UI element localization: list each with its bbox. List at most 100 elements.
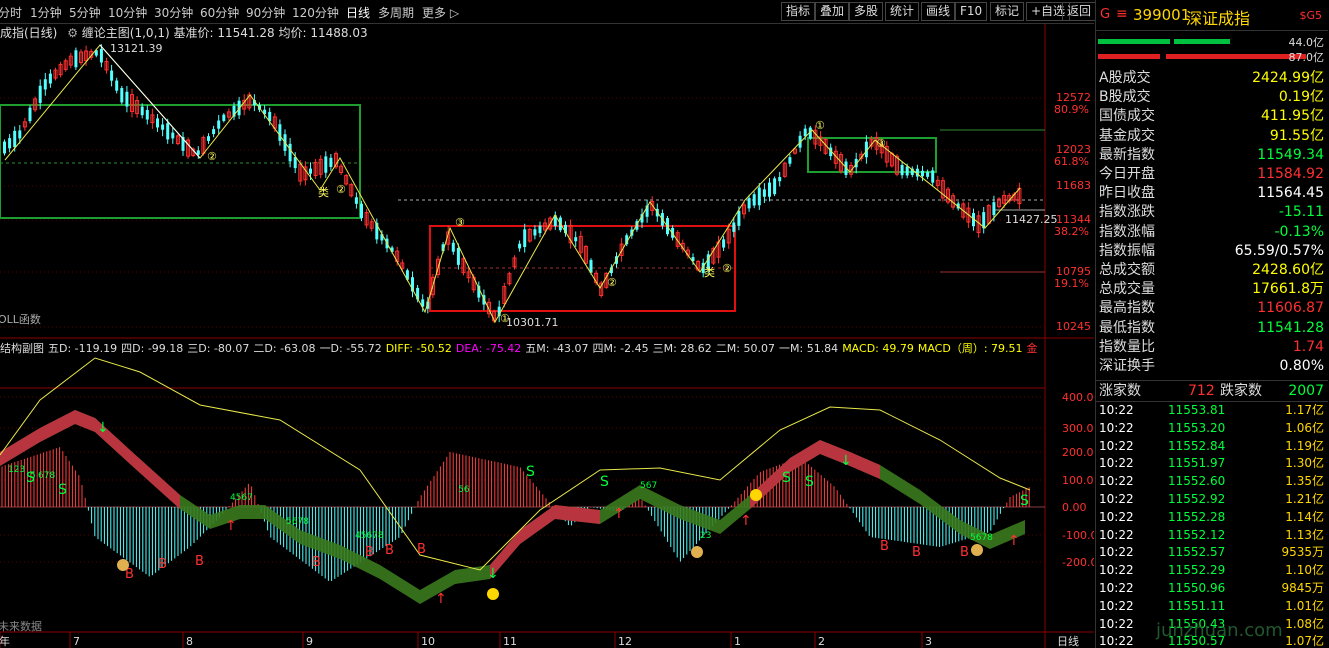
stat-row: 指数涨跌 -15.11 bbox=[1096, 203, 1328, 222]
sub-indicator-1: 四D: -99.18 bbox=[121, 342, 184, 355]
smiley-icon bbox=[750, 489, 762, 501]
candle-down bbox=[156, 118, 159, 128]
tick-price: 11551.97 bbox=[1168, 456, 1226, 471]
tick-volume: 1.35亿 bbox=[1285, 474, 1324, 489]
month-label: 7 bbox=[73, 635, 80, 648]
tick-time: 10:22 bbox=[1099, 456, 1134, 471]
sub-chart-title: 结构副图 bbox=[0, 342, 44, 355]
stat-value: 2428.60亿 bbox=[1252, 262, 1324, 278]
stat-label: 国债成交 bbox=[1099, 108, 1155, 125]
sub-axis-value: -200.0 bbox=[1062, 556, 1094, 569]
sell-marker: S bbox=[805, 474, 814, 490]
stat-value: 411.95亿 bbox=[1261, 108, 1324, 125]
tick-row: 10:22 11552.60 1.35亿 bbox=[1096, 472, 1328, 490]
stroke-number: ② bbox=[336, 183, 346, 196]
stock-name: 深证成指 bbox=[1186, 9, 1251, 28]
buy-marker: B bbox=[312, 555, 321, 570]
tick-row: 10:22 11552.57 9535万 bbox=[1096, 543, 1328, 561]
bar2-value: 87.0亿 bbox=[1288, 51, 1325, 64]
count-label: 4567 bbox=[230, 493, 253, 503]
sub-axis-value: 400.0 bbox=[1062, 391, 1094, 404]
tick-time: 10:22 bbox=[1099, 527, 1134, 542]
stat-row: 昨日收盘 11564.45 bbox=[1096, 184, 1328, 203]
stroke-number: ② bbox=[207, 150, 217, 163]
stat-row: 指数振幅 65.59/0.57% bbox=[1096, 242, 1328, 261]
current-price-label: 11427.25 bbox=[1005, 213, 1058, 226]
candle-down bbox=[722, 239, 726, 248]
class-label: 类 bbox=[318, 185, 329, 199]
tick-price: 11553.20 bbox=[1168, 420, 1226, 435]
main-chart-avg: 均价: 11488.03 bbox=[278, 26, 368, 40]
stat-row: 国债成交 411.95亿 bbox=[1096, 107, 1328, 126]
candle-down bbox=[737, 210, 741, 226]
tick-price: 11552.12 bbox=[1168, 527, 1226, 542]
stat-value: -15.11 bbox=[1278, 204, 1324, 221]
tick-price: 11552.57 bbox=[1168, 545, 1226, 560]
tick-row: 10:22 11552.92 1.21亿 bbox=[1096, 490, 1328, 508]
stroke-number: ② bbox=[607, 276, 617, 289]
menu-icon[interactable]: ≡ bbox=[1116, 6, 1128, 22]
buy-marker: B bbox=[385, 543, 394, 558]
main-chart-formula[interactable]: 缠论主图(1,0,1) bbox=[82, 26, 170, 40]
settings-icon[interactable]: ⚙ bbox=[67, 26, 78, 40]
candle-down bbox=[140, 106, 144, 116]
tick-row: 10:22 11552.28 1.14亿 bbox=[1096, 508, 1328, 526]
right-quote-panel: G ≡ 399001 深证成指 $G5 44.0亿 87.0亿 A股成交 2424… bbox=[1095, 0, 1329, 648]
candle-down bbox=[212, 129, 216, 135]
stat-row: 深证换手 0.80% bbox=[1096, 357, 1328, 376]
arrow-marker: ↑ bbox=[740, 513, 752, 529]
tick-volume: 1.07亿 bbox=[1285, 634, 1324, 648]
candle-down bbox=[451, 242, 455, 252]
candle-down bbox=[757, 187, 761, 206]
period-label: 日线 bbox=[1057, 634, 1079, 648]
candle-down bbox=[992, 202, 996, 216]
month-label: 3 bbox=[925, 635, 932, 648]
candle-down bbox=[803, 128, 807, 137]
green-volume-bar-2 bbox=[1174, 39, 1230, 44]
count-label: 5678 bbox=[286, 517, 309, 527]
buy-marker: B bbox=[960, 545, 969, 560]
stat-value: 65.59/0.57% bbox=[1234, 242, 1324, 259]
stat-label: 深证换手 bbox=[1099, 358, 1155, 374]
axis-pct: 61.8% bbox=[1054, 155, 1089, 168]
candle-down bbox=[523, 229, 527, 248]
count-label: 567 bbox=[640, 481, 657, 491]
tick-time: 10:22 bbox=[1099, 581, 1134, 595]
candle-down bbox=[125, 91, 129, 107]
count-label: 23 bbox=[700, 531, 711, 541]
sell-marker: S bbox=[600, 474, 609, 490]
stock-mark: G bbox=[1100, 7, 1111, 22]
tick-volume: 1.01亿 bbox=[1285, 598, 1324, 613]
bi-line bbox=[4, 44, 1021, 324]
stat-value: 2424.99亿 bbox=[1252, 70, 1324, 86]
stat-row: 最新指数 11549.34 bbox=[1096, 146, 1328, 165]
tick-volume: 1.17亿 bbox=[1285, 403, 1324, 417]
sub-axis-value: 100.0 bbox=[1062, 474, 1094, 487]
duan-line bbox=[99, 44, 201, 159]
stat-value: 17661.8万 bbox=[1252, 281, 1324, 298]
sub-axis-value: 200.0 bbox=[1062, 446, 1094, 459]
stat-row: 指数涨幅 -0.13% bbox=[1096, 223, 1328, 242]
sub-indicator-11: 一M: 51.84 bbox=[779, 342, 839, 355]
smiley-icon bbox=[487, 588, 499, 600]
stat-value: 0.19亿 bbox=[1278, 89, 1324, 106]
axis-value: 10245 bbox=[1056, 320, 1091, 333]
money-bag-icon bbox=[691, 546, 703, 558]
stat-row: B股成交 0.19亿 bbox=[1096, 88, 1328, 107]
main-chart-header: 成指(日线) ⚙ 缠论主图(1,0,1) 基准价: 11541.28 均价: 1… bbox=[0, 24, 368, 41]
stat-row: 指数量比 1.74 bbox=[1096, 338, 1328, 357]
candle-down bbox=[115, 80, 119, 91]
candle-down bbox=[456, 247, 460, 265]
candle-down bbox=[28, 107, 32, 122]
candle-down bbox=[574, 237, 578, 242]
candle-down bbox=[788, 157, 792, 164]
sub-indicator-0: 五D: -119.19 bbox=[48, 342, 118, 355]
stock-code: 399001 bbox=[1133, 6, 1191, 24]
tick-volume: 1.14亿 bbox=[1285, 509, 1324, 524]
high-price-label: 13121.39 bbox=[110, 42, 163, 55]
tick-price: 11552.29 bbox=[1168, 563, 1226, 578]
tick-price: 11550.96 bbox=[1168, 581, 1226, 595]
up-label: 涨家数 bbox=[1099, 383, 1141, 399]
stat-label: 昨日收盘 bbox=[1099, 185, 1155, 202]
candle-down bbox=[48, 73, 52, 84]
